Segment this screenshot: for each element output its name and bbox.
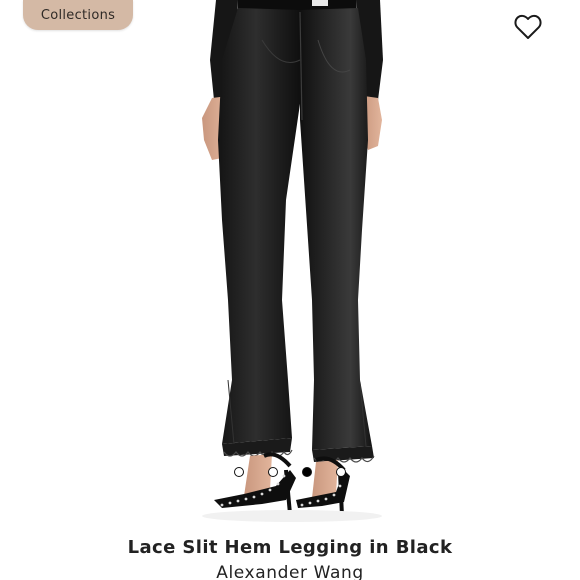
carousel-dot-3[interactable]: [302, 467, 312, 477]
wishlist-button[interactable]: [512, 12, 544, 42]
product-photo[interactable]: [0, 0, 580, 528]
collections-button[interactable]: Collections: [23, 0, 133, 30]
carousel-dot-4[interactable]: [336, 467, 346, 477]
heart-outline-icon: [514, 14, 542, 39]
collections-label: Collections: [40, 7, 116, 23]
product-page: Collections Lace Slit Hem Legging in Bla…: [0, 0, 580, 580]
carousel-dot-1[interactable]: [234, 467, 244, 477]
product-brand[interactable]: Alexander Wang: [0, 563, 580, 580]
carousel-dot-2[interactable]: [268, 467, 278, 477]
product-title[interactable]: Lace Slit Hem Legging in Black: [0, 537, 580, 558]
carousel-pagination: [0, 467, 580, 481]
